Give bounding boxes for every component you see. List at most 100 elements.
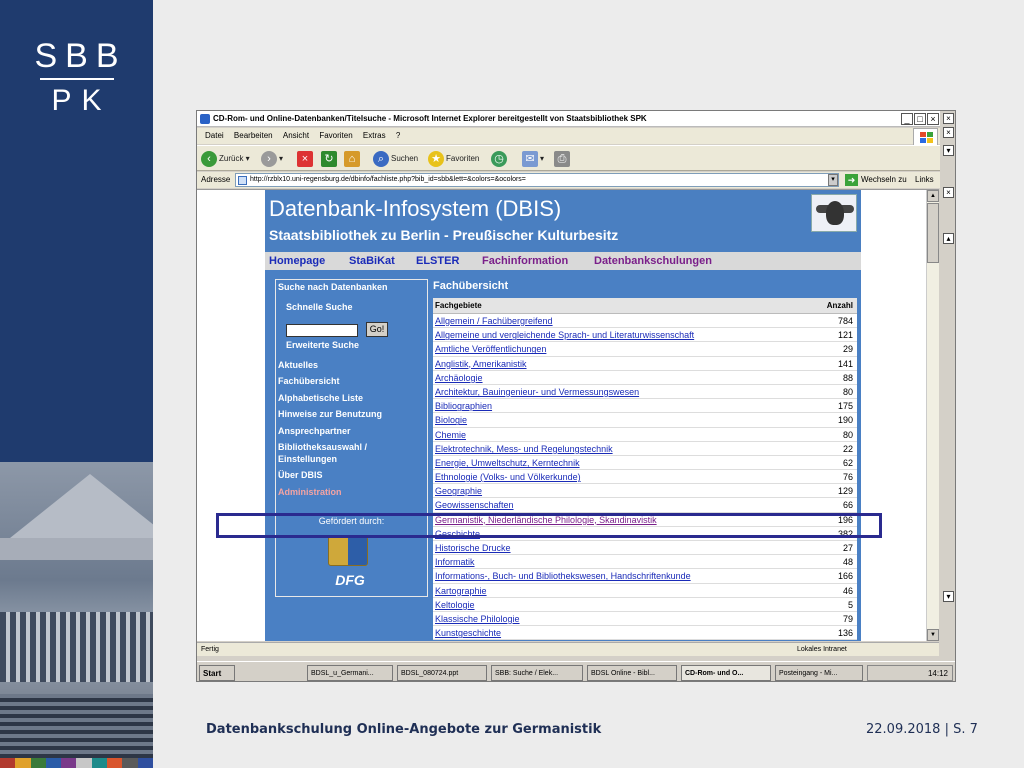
go-arrow-icon[interactable]: ➜: [845, 174, 858, 186]
page-icon: [238, 176, 247, 185]
task-item[interactable]: SBB: Suche / Elek...: [491, 665, 583, 681]
subject-count: 66: [842, 500, 853, 511]
menu-help[interactable]: ?: [396, 131, 400, 140]
subject-count: 129: [837, 486, 853, 497]
subject-link[interactable]: Anglistik, Amerikanistik: [435, 357, 527, 371]
history-button[interactable]: ◷: [491, 150, 509, 168]
quick-search-go-button[interactable]: Go!: [366, 322, 388, 337]
subject-link[interactable]: Chemie: [435, 428, 466, 442]
quick-search-input[interactable]: [286, 324, 358, 337]
task-item[interactable]: BDSL Online - Bibl...: [587, 665, 677, 681]
subject-link[interactable]: Keltologie: [435, 598, 475, 612]
bg-scroll-up-icon[interactable]: ▴: [943, 233, 954, 244]
print-button[interactable]: ⎙: [554, 150, 572, 168]
bg-scroll-down-icon[interactable]: ▾: [943, 591, 954, 602]
subject-count: 80: [842, 429, 853, 440]
task-item[interactable]: BDSL_u_Germani...: [307, 665, 393, 681]
subject-link[interactable]: Geowissenschaften: [435, 498, 514, 512]
nav-alphabetische-liste[interactable]: Alphabetische Liste: [278, 393, 363, 403]
vertical-scrollbar[interactable]: ▲ ▼: [926, 190, 939, 641]
table-row: Elektrotechnik, Mess- und Regelungstechn…: [433, 442, 857, 456]
overview-heading: Fachübersicht: [433, 280, 509, 292]
menu-ansicht[interactable]: Ansicht: [283, 131, 309, 140]
home-button[interactable]: ⌂: [344, 150, 362, 168]
stop-button[interactable]: ×: [297, 150, 315, 168]
subject-link[interactable]: Amtliche Veröffentlichungen: [435, 342, 546, 356]
nav-ansprechpartner[interactable]: Ansprechpartner: [278, 426, 351, 436]
table-row: Anglistik, Amerikanistik 141: [433, 357, 857, 371]
nav-stabikat[interactable]: StaBiKat: [349, 252, 395, 270]
subject-link[interactable]: Archäologie: [435, 371, 483, 385]
task-item[interactable]: Posteingang - Mi...: [775, 665, 863, 681]
advanced-search-link[interactable]: Erweiterte Suche: [286, 340, 359, 350]
task-item[interactable]: BDSL_080724.ppt: [397, 665, 487, 681]
links-button[interactable]: Links: [915, 172, 934, 188]
nav-fachinformation[interactable]: Fachinformation: [482, 252, 568, 270]
subject-link[interactable]: Ethnologie (Volks- und Völkerkunde): [435, 470, 581, 484]
nav-aktuelles[interactable]: Aktuelles: [278, 360, 318, 370]
subject-link[interactable]: Historische Drucke: [435, 541, 511, 555]
nav-administration[interactable]: Administration: [278, 487, 342, 497]
mail-button[interactable]: ✉ ▾: [522, 150, 544, 168]
bg-close-icon-1[interactable]: ×: [943, 113, 954, 124]
scroll-up-icon[interactable]: ▲: [927, 190, 939, 202]
start-button[interactable]: Start: [199, 665, 235, 681]
table-row: Biologie 190: [433, 413, 857, 428]
nav-elster[interactable]: ELSTER: [416, 252, 459, 270]
search-button[interactable]: ⌕ Suchen: [373, 150, 418, 168]
search-icon: ⌕: [373, 150, 389, 167]
subject-link[interactable]: Biologie: [435, 413, 467, 427]
menu-favoriten[interactable]: Favoriten: [319, 131, 352, 140]
close-button[interactable]: ×: [927, 113, 939, 125]
subject-link[interactable]: Informations-, Buch- und Bibliothekswese…: [435, 569, 691, 583]
menu-datei[interactable]: Datei: [205, 131, 224, 140]
subject-link[interactable]: Architektur, Bauingenieur- und Vermessun…: [435, 385, 639, 399]
building-base: [0, 694, 153, 758]
nav-datenbankschulungen[interactable]: Datenbankschulungen: [594, 252, 712, 270]
bg-close-icon-2[interactable]: ×: [943, 127, 954, 138]
subject-count: 79: [842, 613, 853, 624]
subject-link[interactable]: Kunstgeschichte: [435, 626, 501, 640]
menu-bearbeiten[interactable]: Bearbeiten: [234, 131, 273, 140]
minimize-button[interactable]: _: [901, 113, 913, 125]
subject-link[interactable]: Informatik: [435, 555, 475, 569]
address-dropdown-button[interactable]: ▾: [828, 174, 838, 186]
maximize-button[interactable]: □: [914, 113, 926, 125]
bg-scroll-icon[interactable]: ▾: [943, 145, 954, 156]
nav-homepage[interactable]: Homepage: [269, 252, 325, 270]
nav-ueber-dbis[interactable]: Über DBIS: [278, 470, 323, 480]
nav-bibliotheksauswahl[interactable]: Bibliotheksauswahl /: [278, 442, 367, 452]
favorites-button[interactable]: ★ Favoriten: [428, 150, 479, 168]
scroll-down-icon[interactable]: ▼: [927, 629, 939, 641]
subject-count: 62: [842, 457, 853, 468]
scroll-thumb[interactable]: [927, 203, 939, 263]
dbis-navbar: Homepage StaBiKat ELSTER Fachinformation…: [265, 252, 861, 270]
header-count: Anzahl: [826, 301, 853, 310]
subject-link[interactable]: Energie, Umweltschutz, Kerntechnik: [435, 456, 580, 470]
color-strip: [0, 758, 153, 768]
table-row: Amtliche Veröffentlichungen 29: [433, 342, 857, 357]
menu-extras[interactable]: Extras: [363, 131, 386, 140]
subject-link[interactable]: Kartographie: [435, 584, 487, 598]
bg-close-icon-3[interactable]: ×: [943, 187, 954, 198]
subject-link[interactable]: Geographie: [435, 484, 482, 498]
nav-fachuebersicht[interactable]: Fachübersicht: [278, 376, 340, 386]
nav-einstellungen[interactable]: Einstellungen: [278, 454, 337, 464]
subject-link[interactable]: Elektrotechnik, Mess- und Regelungstechn…: [435, 442, 613, 456]
mail-icon: ✉: [522, 150, 538, 167]
logo-divider: [39, 78, 114, 80]
nav-hinweise[interactable]: Hinweise zur Benutzung: [278, 409, 382, 419]
task-item-active[interactable]: CD-Rom- und O...: [681, 665, 771, 681]
refresh-button[interactable]: ↻: [321, 150, 339, 168]
address-input[interactable]: http://rzblx10.uni-regensburg.de/dbinfo/…: [235, 173, 839, 187]
subject-link[interactable]: Bibliographien: [435, 399, 492, 413]
back-button[interactable]: ‹ Zurück ▾: [201, 150, 250, 168]
subject-link[interactable]: Allgemeine und vergleichende Sprach- und…: [435, 328, 694, 342]
go-button[interactable]: Wechseln zu: [861, 172, 907, 188]
subject-link[interactable]: Klassische Philologie: [435, 612, 520, 626]
forward-button[interactable]: › ▾: [261, 150, 283, 168]
table-row: Informations-, Buch- und Bibliothekswese…: [433, 569, 857, 584]
subject-link[interactable]: Allgemein / Fachübergreifend: [435, 314, 553, 328]
quick-search-link[interactable]: Schnelle Suche: [286, 302, 353, 312]
building-photo: [0, 462, 153, 758]
